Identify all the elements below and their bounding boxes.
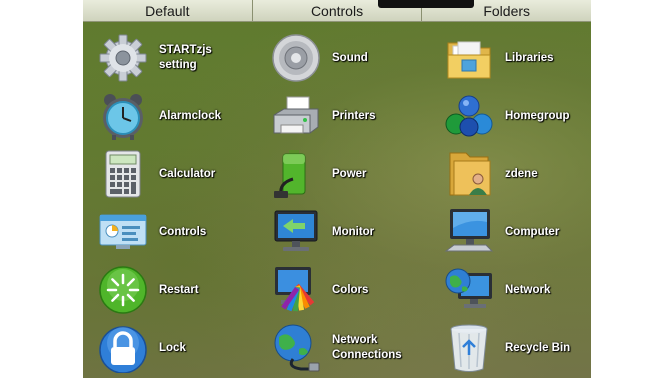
shortcut-monitor[interactable]: Monitor: [261, 207, 421, 261]
shortcut-label: Printers: [332, 109, 376, 122]
shortcut-computer[interactable]: Computer: [434, 207, 591, 261]
shortcut-calculator[interactable]: Calculator: [88, 149, 248, 203]
shortcut-libraries[interactable]: Libraries: [434, 33, 591, 87]
libraries-folder-icon: [444, 33, 494, 83]
camera-notch: [378, 0, 474, 8]
network-icon: [444, 265, 494, 315]
shortcut-label: zdene: [505, 167, 538, 180]
shortcut-label: Computer: [505, 225, 560, 238]
shortcut-lock[interactable]: Lock: [88, 323, 248, 377]
monitor-icon: [271, 207, 321, 257]
shortcut-controls[interactable]: Controls: [88, 207, 248, 261]
shortcut-label: Restart: [159, 283, 199, 296]
user-folder-icon: [444, 149, 494, 199]
restart-icon: [98, 265, 148, 315]
shortcut-label: Alarmclock: [159, 109, 222, 122]
alarm-clock-icon: [98, 91, 148, 141]
shortcut-recycle-bin[interactable]: Recycle Bin: [434, 323, 591, 377]
shortcut-colors[interactable]: Colors: [261, 265, 421, 319]
shortcut-label: Recycle Bin: [505, 341, 571, 354]
app-screen: Default Controls Folders STARTzjs settin…: [83, 0, 591, 378]
shortcut-power[interactable]: Power: [261, 149, 421, 203]
network-connections-icon: [271, 323, 321, 373]
colors-icon: [271, 265, 321, 315]
shortcut-label: Network: [505, 283, 551, 296]
shortcut-label: Network Connections: [332, 334, 402, 361]
gear-icon: [98, 33, 148, 83]
shortcut-network[interactable]: Network: [434, 265, 591, 319]
lock-icon: [98, 323, 148, 373]
shortcut-label: Controls: [159, 225, 207, 238]
calculator-icon: [98, 149, 148, 199]
shortcut-zdene[interactable]: zdene: [434, 149, 591, 203]
shortcut-label: Monitor: [332, 225, 375, 238]
shortcut-printers[interactable]: Printers: [261, 91, 421, 145]
shortcut-network-connections[interactable]: Network Connections: [261, 323, 421, 377]
shortcut-label: STARTzjs setting: [159, 44, 212, 71]
shortcut-label: Libraries: [505, 51, 554, 64]
shortcut-label: Power: [332, 167, 367, 180]
computer-icon: [444, 207, 494, 257]
battery-plug-icon: [271, 149, 321, 199]
shortcut-label: Calculator: [159, 167, 216, 180]
recycle-bin-icon: [444, 323, 494, 373]
shortcut-homegroup[interactable]: Homegroup: [434, 91, 591, 145]
control-panel-icon: [98, 207, 148, 257]
tab-default[interactable]: Default: [83, 0, 252, 21]
shortcut-alarmclock[interactable]: Alarmclock: [88, 91, 248, 145]
shortcut-label: Colors: [332, 283, 369, 296]
tab-bar: Default Controls Folders: [83, 0, 591, 22]
shortcut-restart[interactable]: Restart: [88, 265, 248, 319]
speaker-icon: [271, 33, 321, 83]
homegroup-icon: [444, 91, 494, 141]
shortcut-startzjs-setting[interactable]: STARTzjs setting: [88, 33, 248, 87]
shortcut-label: Lock: [159, 341, 186, 354]
shortcut-label: Homegroup: [505, 109, 570, 122]
shortcut-sound[interactable]: Sound: [261, 33, 421, 87]
shortcut-label: Sound: [332, 51, 368, 64]
printer-icon: [271, 91, 321, 141]
